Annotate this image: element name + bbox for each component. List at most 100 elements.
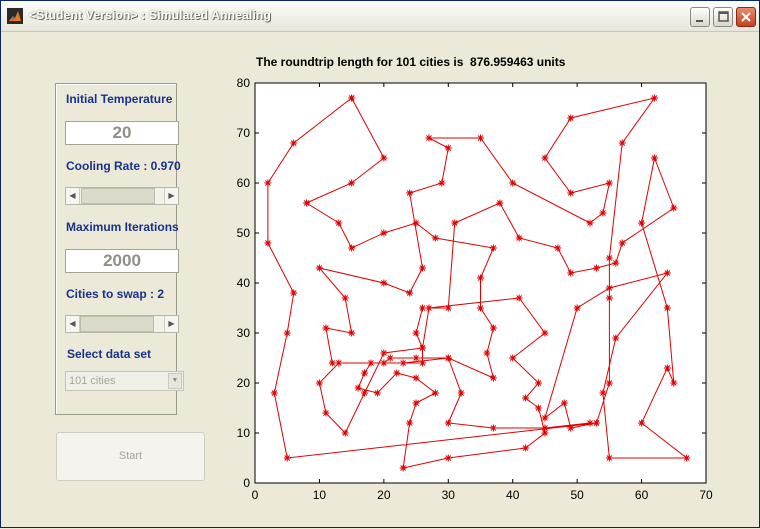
city-marker	[406, 289, 414, 297]
city-marker	[586, 419, 594, 427]
city-marker	[522, 444, 530, 452]
city-marker	[264, 179, 272, 187]
city-marker	[380, 154, 388, 162]
city-marker	[612, 334, 620, 342]
city-marker	[335, 359, 343, 367]
city-marker	[592, 264, 600, 272]
city-marker	[638, 219, 646, 227]
city-marker	[412, 329, 420, 337]
city-marker	[425, 304, 433, 312]
y-tick-label: 10	[237, 426, 251, 440]
y-tick-label: 50	[237, 226, 251, 240]
x-tick-label: 10	[313, 488, 327, 502]
city-marker	[328, 359, 336, 367]
city-marker	[341, 429, 349, 437]
x-tick-label: 30	[442, 488, 456, 502]
city-marker	[599, 389, 607, 397]
city-marker	[406, 189, 414, 197]
city-marker	[438, 179, 446, 187]
city-marker	[567, 189, 575, 197]
city-marker	[451, 219, 459, 227]
city-marker	[534, 379, 542, 387]
city-marker	[477, 304, 484, 312]
city-marker	[380, 349, 388, 357]
city-marker	[477, 274, 484, 282]
city-marker	[605, 379, 613, 387]
city-marker	[283, 454, 291, 462]
city-marker	[444, 144, 452, 152]
city-marker	[489, 324, 497, 332]
city-marker	[670, 204, 678, 212]
city-marker	[399, 464, 407, 472]
city-marker	[683, 454, 691, 462]
city-marker	[348, 94, 356, 102]
city-marker	[270, 389, 278, 397]
city-marker	[541, 424, 549, 432]
city-marker	[412, 354, 420, 362]
city-marker	[386, 354, 394, 362]
city-marker	[663, 269, 671, 277]
city-marker	[599, 209, 607, 217]
route-plot: 0 10 20 30 40 50 60 70 0 10 20 30 40 50 60 70 80	[237, 76, 713, 502]
city-marker	[515, 234, 523, 242]
city-marker	[650, 94, 658, 102]
city-marker	[361, 369, 369, 377]
x-tick-label: 60	[635, 488, 649, 502]
city-marker	[554, 244, 562, 252]
city-marker	[406, 419, 414, 427]
city-marker	[534, 404, 542, 412]
city-marker	[399, 359, 407, 367]
city-marker	[419, 359, 427, 367]
x-tick-label: 50	[570, 488, 584, 502]
city-marker	[541, 329, 549, 337]
city-marker	[605, 254, 613, 262]
city-marker	[335, 219, 343, 227]
city-marker	[444, 419, 452, 427]
city-marker	[489, 244, 497, 252]
city-marker	[663, 304, 671, 312]
city-marker	[444, 304, 452, 312]
city-marker	[489, 374, 497, 382]
city-marker	[290, 139, 298, 147]
city-marker	[638, 419, 646, 427]
y-tick-label: 40	[237, 276, 251, 290]
city-marker	[322, 324, 330, 332]
x-tick-label: 20	[377, 488, 391, 502]
city-marker	[567, 424, 575, 432]
city-marker	[618, 139, 626, 147]
city-marker	[380, 359, 388, 367]
city-marker	[412, 399, 420, 407]
city-marker	[618, 239, 626, 247]
city-marker	[380, 229, 388, 237]
city-marker	[541, 154, 549, 162]
city-marker	[425, 134, 433, 142]
city-marker	[348, 244, 356, 252]
city-marker	[431, 389, 439, 397]
city-marker	[290, 289, 298, 297]
y-tick-label: 30	[237, 326, 251, 340]
city-marker	[412, 374, 420, 382]
city-marker	[367, 359, 375, 367]
city-marker	[283, 329, 291, 337]
city-marker	[567, 269, 575, 277]
city-marker	[483, 349, 491, 357]
city-marker	[612, 259, 620, 267]
city-marker	[419, 344, 427, 352]
y-tick-label: 80	[237, 76, 251, 90]
city-marker	[477, 134, 484, 142]
city-marker	[592, 419, 600, 427]
y-tick-label: 60	[237, 176, 251, 190]
city-marker	[412, 219, 420, 227]
x-tick-label: 0	[252, 488, 259, 502]
city-marker	[605, 179, 613, 187]
city-marker	[315, 264, 323, 272]
y-tick-label: 20	[237, 376, 251, 390]
city-marker	[322, 409, 330, 417]
city-marker	[380, 279, 388, 287]
city-marker	[373, 389, 381, 397]
city-marker	[303, 199, 311, 207]
city-marker	[315, 379, 323, 387]
city-marker	[419, 304, 427, 312]
city-marker	[489, 424, 497, 432]
city-marker	[444, 354, 452, 362]
